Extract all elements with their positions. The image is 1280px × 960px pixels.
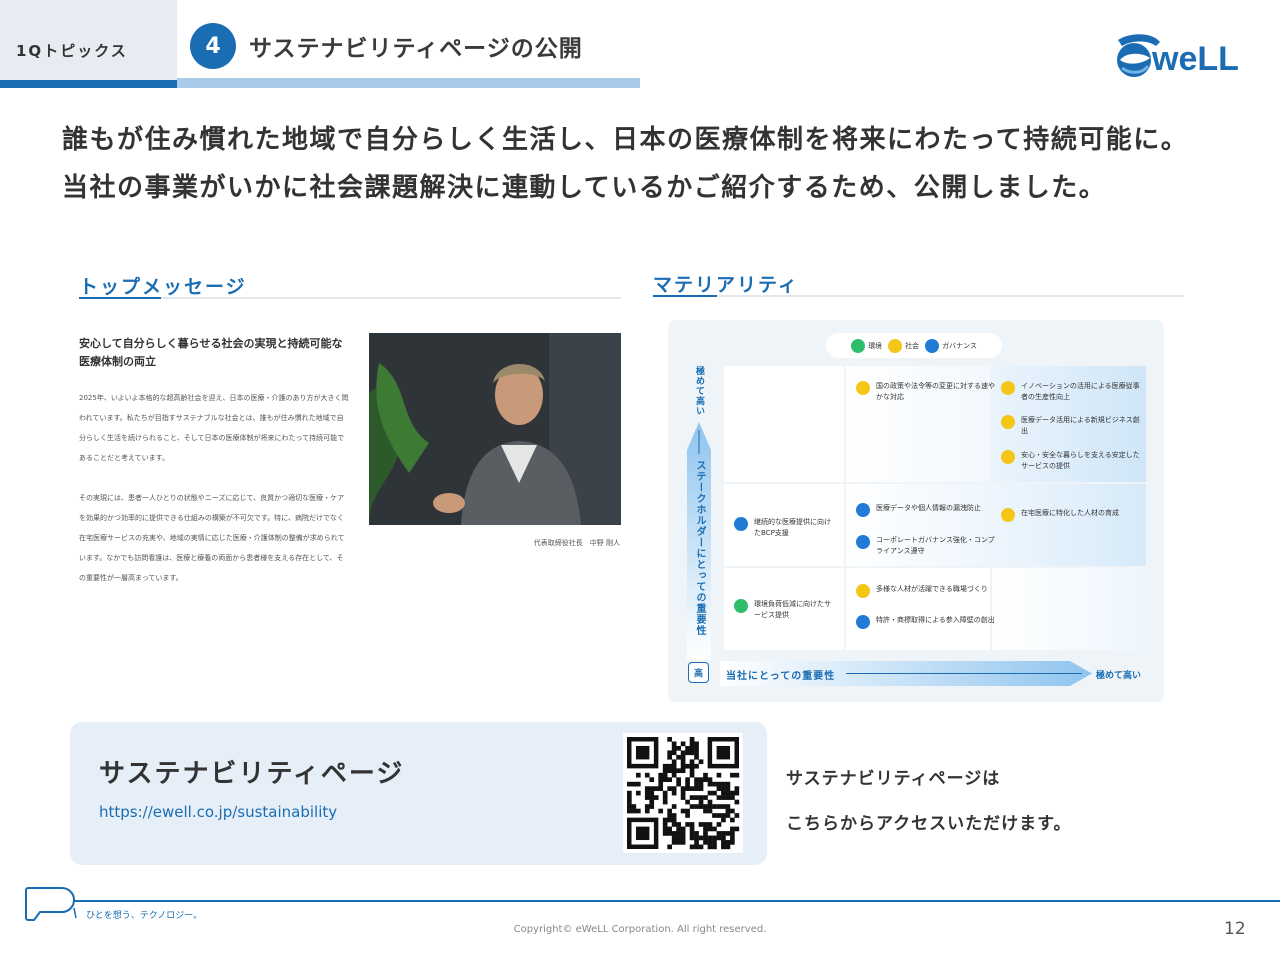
governance-dot: [856, 503, 870, 517]
lead-line-1: 誰もが住み慣れた地域で自分らしく生活し、日本の医療体制を将来にわたって持続可能に…: [62, 125, 1189, 155]
footer-line: [0, 900, 1280, 902]
legend-item-society: 社会: [888, 338, 919, 353]
page-number: 12: [1224, 919, 1246, 939]
qr-code-graphic: [623, 733, 743, 853]
ceo-photo: [369, 333, 621, 525]
header-bar-light: [177, 78, 640, 88]
header-bar-dark: [0, 80, 177, 88]
legend-item-environment: 環境: [851, 338, 882, 353]
footer-brand-mark: [0, 887, 77, 921]
x-axis-label: 当社にとっての重要性: [726, 671, 836, 682]
environment-dot: [734, 599, 748, 613]
society-dot: [856, 381, 870, 395]
grid-cell-r3c3: [992, 568, 1146, 650]
materiality-item: イノベーションの活用による医療従事者の生産性向上: [1001, 381, 1141, 403]
topic-number-badge: 4: [190, 23, 236, 69]
materiality-item: 環境負荷低減に向けたサービス提供: [734, 599, 834, 621]
sustainability-url-link[interactable]: https://ewell.co.jp/sustainability: [99, 803, 337, 821]
lead-text: 誰もが住み慣れた地域で自分らしく生活し、日本の医療体制を将来にわたって持続可能に…: [62, 116, 1252, 212]
materiality-accent: [653, 295, 717, 297]
top-message-body: 2025年、いよいよ本格的な超高齢社会を迎え、日本の医療・介護のあり方が大きく問…: [79, 388, 349, 608]
access-line-2: こちらからアクセスいただけます。: [786, 814, 1072, 834]
logo-wordmark: weLL: [1151, 40, 1239, 78]
governance-dot: [856, 535, 870, 549]
y-axis-top-label: 極めて高い: [694, 366, 704, 416]
top-message-title: トップメッセージ: [79, 276, 247, 298]
society-dot: [1001, 415, 1015, 429]
materiality-item: 在宅医療に特化した人材の育成: [1001, 508, 1141, 522]
top-message-paragraph-1: 2025年、いよいよ本格的な超高齢社会を迎え、日本の医療・介護のあり方が大きく問…: [79, 394, 349, 462]
section-tab-label: 1Qトピックス: [16, 42, 128, 60]
qr-code[interactable]: [623, 733, 743, 853]
link-card-title: サステナビリティページ: [99, 759, 405, 789]
copyright: Copyright© eWeLL Corporation. All right …: [513, 924, 767, 935]
access-instructions: サステナビリティページは こちらからアクセスいただけます。: [786, 757, 1071, 847]
materiality-item: 特許・商標取得による参入障壁の創出: [856, 615, 996, 629]
legend-dot-society: [888, 338, 903, 353]
grid-cell-r1c1: [724, 366, 844, 482]
materiality-item: コーポレートガバナンス強化・コンプライアンス遵守: [856, 535, 996, 557]
materiality-item: 医療データ活用による新規ビジネス創出: [1001, 415, 1141, 437]
photo-caption: 代表取締役社長 中野 剛人: [533, 539, 620, 547]
footer-tagline: ひとを想う、テクノロジー。: [86, 911, 203, 921]
materiality-item: 多様な人材が活躍できる職場づくり: [856, 584, 996, 598]
ewell-logo: weLL: [1117, 34, 1239, 78]
legend-dot-governance: [925, 338, 940, 353]
materiality-item: 安心・安全な暮らしを支える安定したサービスの提供: [1001, 450, 1141, 472]
materiality-item: 国の政策や法令等の変更に対する速やかな対応: [856, 381, 996, 403]
grid-cell-r2c3: [992, 484, 1146, 566]
society-dot: [1001, 381, 1015, 395]
materiality-underline: [653, 295, 1184, 297]
materiality-item: 医療データや個人情報の漏洩防止: [856, 503, 996, 517]
top-message-paragraph-2: その実現には、患者一人ひとりの状態やニーズに応じて、良質かつ適切な医療・ケアを効…: [79, 494, 345, 582]
legend-dot-environment: [851, 338, 866, 353]
y-axis-label: ステークホルダーにとっての重要性: [694, 460, 705, 636]
materiality-legend: 環境 社会 ガバナンス: [826, 333, 1002, 358]
axis-origin-badge: 高: [688, 662, 709, 683]
lead-line-2: 当社の事業がいかに社会課題解決に連動しているかご紹介するため、公開しました。: [62, 173, 1107, 203]
society-dot: [856, 584, 870, 598]
page-title: サステナビリティページの公開: [249, 36, 583, 62]
society-dot: [1001, 508, 1015, 522]
materiality-title: マテリアリティ: [653, 274, 799, 296]
grid-cell-r3c2: [846, 568, 990, 650]
society-dot: [1001, 450, 1015, 464]
legend-item-governance: ガバナンス: [925, 338, 977, 353]
access-line-1: サステナビリティページは: [786, 769, 1001, 789]
materiality-item: 継続的な医療提供に向けたBCP支援: [734, 517, 834, 539]
governance-dot: [734, 517, 748, 531]
top-message-heading: 安心して自分らしく暮らせる社会の実現と持続可能な医療体制の両立: [79, 337, 343, 368]
governance-dot: [856, 615, 870, 629]
top-message-accent: [79, 297, 161, 299]
ceo-photo-illustration: [369, 333, 621, 525]
x-axis-end-label: 極めて高い: [1096, 671, 1142, 681]
